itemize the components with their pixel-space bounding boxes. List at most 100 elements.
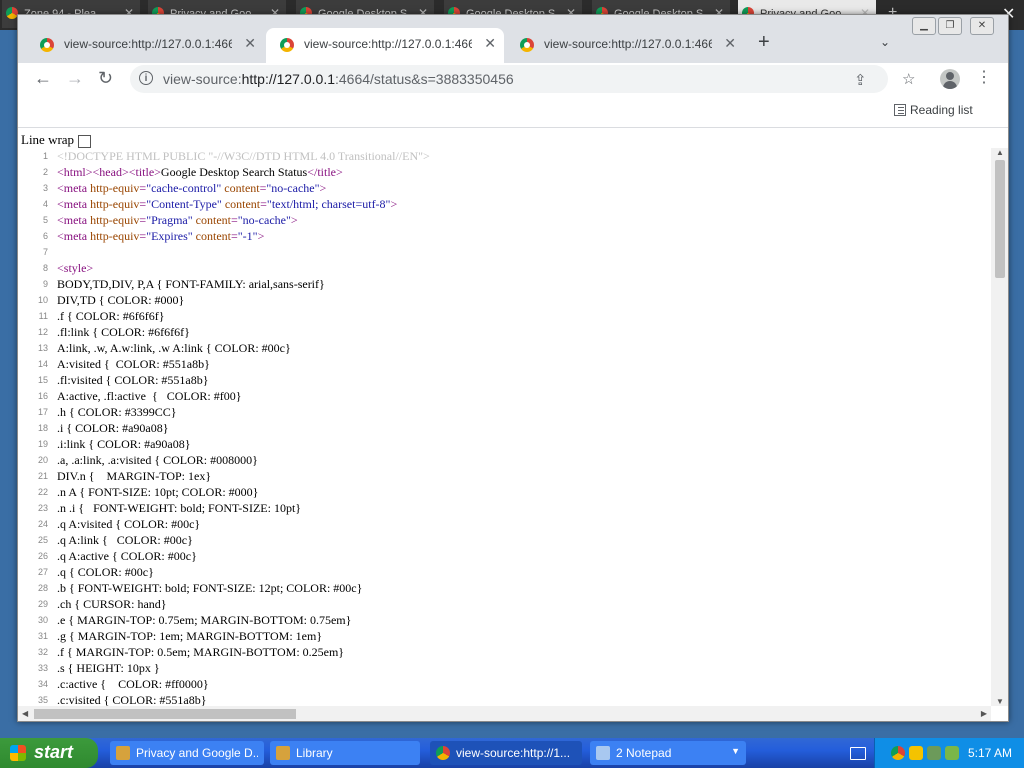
minimize-icon[interactable]: ▁	[912, 17, 936, 35]
line-code: .q { COLOR: #00c}	[57, 565, 154, 579]
tab-search-chevron-icon[interactable]: ⌄	[880, 35, 890, 49]
line-code: <html><head><title>Google Desktop Search…	[57, 165, 343, 179]
tray-app-icon[interactable]	[945, 746, 959, 760]
line-wrap-control: Line wrap	[21, 132, 92, 148]
menu-dots-icon[interactable]: ⋮	[976, 67, 992, 87]
line-number: 20	[37, 455, 48, 465]
taskbar-item-library[interactable]: Library	[270, 741, 420, 765]
source-line: 35 .c:visited { COLOR: #551a8b}	[18, 692, 978, 706]
line-code: A:visited { COLOR: #551a8b}	[57, 357, 210, 371]
forward-arrow-icon[interactable]: →	[66, 68, 84, 89]
source-line: 27 .q { COLOR: #00c}	[18, 564, 978, 580]
chrome-tray-icon[interactable]	[891, 746, 905, 760]
vertical-scrollbar[interactable]: ▲ ▼	[991, 148, 1008, 706]
new-tab-icon[interactable]: +	[758, 31, 770, 54]
line-number: 15	[37, 375, 48, 385]
address-url[interactable]: view-source:http://127.0.0.1:4664/status…	[163, 71, 514, 87]
line-code: .e { MARGIN-TOP: 0.75em; MARGIN-BOTTOM: …	[57, 613, 352, 627]
close-tab-icon[interactable]: ✕	[484, 35, 496, 52]
profile-avatar-icon[interactable]	[940, 69, 960, 89]
source-line: 6 <meta http-equiv="Expires" content="-1"…	[18, 228, 978, 244]
scroll-down-arrow-icon[interactable]: ▼	[996, 697, 1004, 706]
restore-icon[interactable]: ❐	[938, 17, 962, 35]
source-line: 16 A:active, .fl:active { COLOR: #f00}	[18, 388, 978, 404]
site-info-icon[interactable]: i	[139, 71, 153, 85]
line-number: 7	[42, 247, 48, 257]
source-line: 33 .s { HEIGHT: 10px }	[18, 660, 978, 676]
line-number: 13	[37, 343, 48, 353]
line-code: BODY,TD,DIV, P,A { FONT-FAMILY: arial,sa…	[57, 277, 325, 291]
line-number: 30	[37, 615, 48, 625]
line-number: 3	[42, 183, 48, 193]
source-line: 17 .h { COLOR: #3399CC}	[18, 404, 978, 420]
source-line: 25 .q A:link { COLOR: #00c}	[18, 532, 978, 548]
network-icon[interactable]	[927, 746, 941, 760]
source-line: 5 <meta http-equiv="Pragma" content="no-c…	[18, 212, 978, 228]
line-number: 2	[42, 167, 48, 177]
source-line: 32 .f { MARGIN-TOP: 0.5em; MARGIN-BOTTOM:…	[18, 644, 978, 660]
navigation-toolbar: ← → ↻ i view-source:http://127.0.0.1:466…	[18, 63, 1008, 95]
line-number: 31	[37, 631, 48, 641]
line-number: 5	[42, 215, 48, 225]
line-code: .a, .a:link, .a:visited { COLOR: #008000…	[57, 453, 258, 467]
close-tab-icon[interactable]: ✕	[244, 35, 256, 52]
reload-icon[interactable]: ↻	[98, 68, 113, 89]
line-code: .f { COLOR: #6f6f6f}	[57, 309, 165, 323]
security-shield-icon[interactable]	[909, 746, 923, 760]
line-number: 10	[37, 295, 48, 305]
source-line: 26 .q A:active { COLOR: #00c}	[18, 548, 978, 564]
line-number: 1	[42, 151, 48, 161]
scroll-left-arrow-icon[interactable]: ◀	[22, 709, 28, 718]
line-code: <meta http-equiv="Content-Type" content=…	[57, 197, 398, 211]
line-code: DIV.n { MARGIN-TOP: 1ex}	[57, 469, 212, 483]
line-code: .i { COLOR: #a90a08}	[57, 421, 169, 435]
chrome-icon	[436, 746, 450, 760]
scroll-up-arrow-icon[interactable]: ▲	[996, 148, 1004, 157]
line-code: A:active, .fl:active { COLOR: #f00}	[57, 389, 242, 403]
reading-list-icon[interactable]	[894, 104, 906, 116]
line-code: DIV,TD { COLOR: #000}	[57, 293, 185, 307]
source-line: 12 .fl:link { COLOR: #6f6f6f}	[18, 324, 978, 340]
address-bar[interactable]: i view-source:http://127.0.0.1:4664/stat…	[130, 65, 888, 93]
line-code: .q A:visited { COLOR: #00c}	[57, 517, 201, 531]
source-line: 3 <meta http-equiv="cache-control" conten…	[18, 180, 978, 196]
taskbar-item-notepad[interactable]: 2 Notepad ▼	[590, 741, 746, 765]
taskbar-item-view-source[interactable]: view-source:http://1...	[430, 741, 582, 765]
close-window-icon[interactable]: ✕	[970, 17, 994, 35]
source-line: 18 .i { COLOR: #a90a08}	[18, 420, 978, 436]
line-number: 9	[42, 279, 48, 289]
line-number: 21	[37, 471, 48, 481]
source-line: 14 A:visited { COLOR: #551a8b}	[18, 356, 978, 372]
horizontal-scroll-thumb[interactable]	[34, 709, 296, 719]
keyboard-icon[interactable]	[850, 747, 866, 760]
line-code: .i:link { COLOR: #a90a08}	[57, 437, 191, 451]
bookmark-star-icon[interactable]: ☆	[902, 70, 915, 88]
line-wrap-checkbox[interactable]	[78, 134, 92, 148]
source-line: 1 <!DOCTYPE HTML PUBLIC "-//W3C//DTD HTML…	[18, 148, 978, 164]
back-arrow-icon[interactable]: ←	[34, 68, 52, 89]
reading-list-button[interactable]: Reading list	[910, 103, 973, 117]
tab-view-source-3[interactable]: view-source:http://127.0.0.1:4664/s ✕	[506, 28, 744, 63]
line-number: 18	[37, 423, 48, 433]
scroll-right-arrow-icon[interactable]: ▶	[981, 709, 987, 718]
source-line: 2 <html><head><title>Google Desktop Searc…	[18, 164, 978, 180]
line-number: 11	[38, 311, 48, 321]
line-code: .fl:link { COLOR: #6f6f6f}	[57, 325, 190, 339]
close-tab-icon[interactable]: ✕	[724, 35, 736, 52]
bookmarks-bar: Reading list	[18, 95, 1008, 128]
horizontal-scrollbar[interactable]: ◀ ▶	[18, 706, 991, 721]
line-number: 6	[42, 231, 48, 241]
line-number: 14	[37, 359, 48, 369]
line-code: <!DOCTYPE HTML PUBLIC "-//W3C//DTD HTML …	[57, 149, 430, 163]
line-code: <meta http-equiv="cache-control" content…	[57, 181, 327, 195]
start-button[interactable]: start	[0, 738, 98, 768]
tab-view-source-1[interactable]: view-source:http://127.0.0.1:4664/s ✕	[26, 28, 264, 63]
line-code: .q A:link { COLOR: #00c}	[57, 533, 193, 547]
tab-view-source-2[interactable]: view-source:http://127.0.0.1:4664/s ✕	[266, 28, 504, 63]
chrome-icon	[280, 38, 294, 52]
taskbar-item-privacy[interactable]: Privacy and Google D...	[110, 741, 264, 765]
share-icon[interactable]: ⇪	[854, 71, 867, 89]
line-code: .q A:active { COLOR: #00c}	[57, 549, 197, 563]
vertical-scroll-thumb[interactable]	[995, 160, 1005, 278]
line-number: 27	[37, 567, 48, 577]
